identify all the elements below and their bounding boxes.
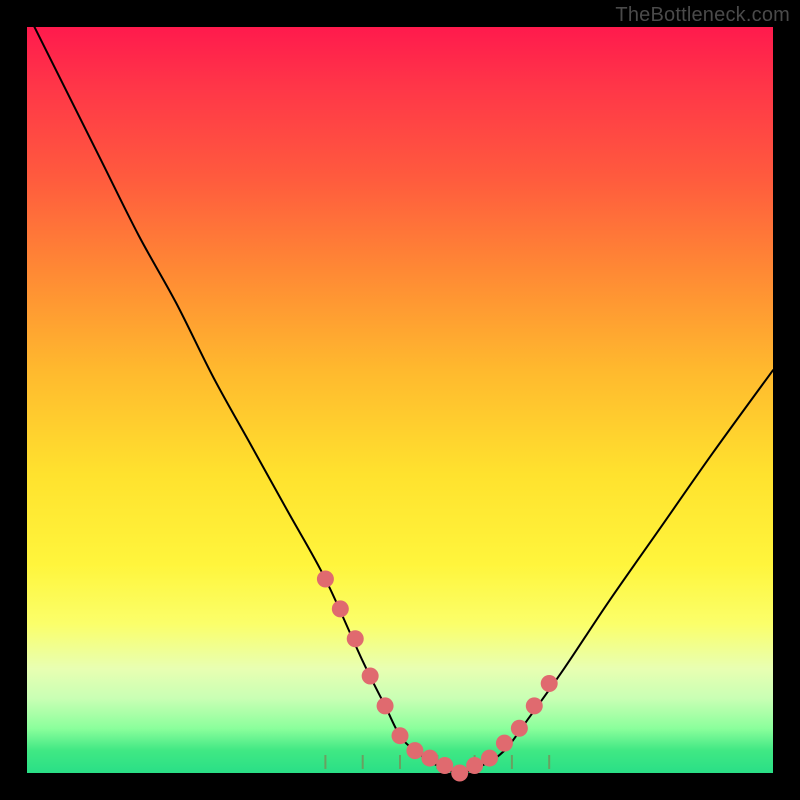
watermark-text: TheBottleneck.com <box>615 4 790 27</box>
highlight-dot <box>406 742 423 759</box>
highlight-dot <box>421 750 438 767</box>
chart-svg <box>27 27 773 773</box>
chart-frame: TheBottleneck.com <box>0 0 800 800</box>
highlight-dots <box>317 571 558 782</box>
highlight-dot <box>317 571 334 588</box>
highlight-dot <box>466 757 483 774</box>
highlight-dot <box>451 765 468 782</box>
plot-area <box>27 27 773 773</box>
highlight-dot <box>377 697 394 714</box>
highlight-dot <box>541 675 558 692</box>
highlight-dot <box>332 600 349 617</box>
highlight-dot <box>392 727 409 744</box>
highlight-dot <box>436 757 453 774</box>
bottleneck-curve <box>27 12 773 773</box>
highlight-dot <box>481 750 498 767</box>
highlight-dot <box>511 720 528 737</box>
highlight-dot <box>526 697 543 714</box>
highlight-dot <box>347 630 364 647</box>
highlight-dot <box>362 668 379 685</box>
highlight-dot <box>496 735 513 752</box>
